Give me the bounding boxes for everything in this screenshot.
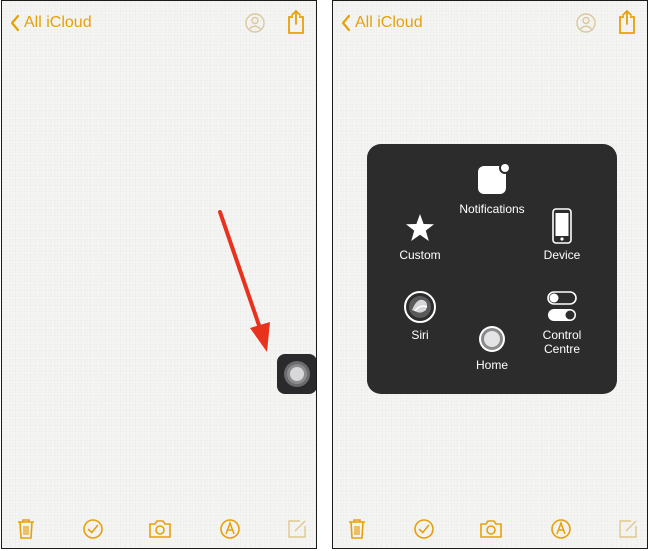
menu-item-device[interactable]: Device — [517, 208, 607, 262]
camera-icon[interactable] — [479, 518, 503, 545]
trash-icon[interactable] — [16, 518, 36, 545]
add-people-icon[interactable] — [244, 12, 266, 39]
notes-screen-right: All iCloud Notifications Custom Device S… — [332, 0, 648, 549]
bottom-toolbar — [2, 512, 316, 548]
bottom-toolbar — [333, 512, 647, 548]
notifications-icon — [478, 162, 511, 194]
notes-screen-left: All iCloud — [1, 0, 317, 549]
checkmark-circle-icon[interactable] — [82, 518, 104, 545]
menu-item-control-centre[interactable]: Control Centre — [517, 290, 607, 356]
menu-item-custom[interactable]: Custom — [375, 212, 465, 262]
pen-circle-icon[interactable] — [219, 518, 241, 545]
menu-item-label: Device — [543, 248, 581, 262]
menu-item-label: Custom — [399, 248, 441, 262]
menu-item-label: Home — [475, 358, 508, 372]
pen-circle-icon[interactable] — [550, 518, 572, 545]
back-button[interactable]: All iCloud — [341, 11, 423, 35]
toggles-icon — [547, 291, 577, 321]
share-icon[interactable] — [286, 9, 306, 40]
home-button-icon — [479, 326, 505, 352]
back-label: All iCloud — [355, 14, 423, 31]
iphone-icon — [552, 208, 572, 244]
share-icon[interactable] — [617, 9, 637, 40]
add-people-icon[interactable] — [575, 12, 597, 39]
chevron-left-icon — [341, 14, 351, 32]
compose-icon[interactable] — [286, 518, 308, 545]
camera-icon[interactable] — [148, 518, 172, 545]
trash-icon[interactable] — [347, 518, 367, 545]
siri-icon — [404, 291, 436, 323]
assistive-touch-button[interactable] — [277, 354, 316, 394]
checkmark-circle-icon[interactable] — [413, 518, 435, 545]
back-label: All iCloud — [24, 14, 92, 31]
chevron-left-icon — [10, 14, 20, 32]
menu-item-label: Control Centre — [542, 328, 582, 356]
back-button[interactable]: All iCloud — [10, 11, 92, 35]
compose-icon[interactable] — [617, 518, 639, 545]
star-icon — [406, 214, 434, 241]
red-arrow-annotation — [218, 210, 270, 352]
assistive-touch-menu: Notifications Custom Device Siri Home Co… — [367, 144, 617, 394]
